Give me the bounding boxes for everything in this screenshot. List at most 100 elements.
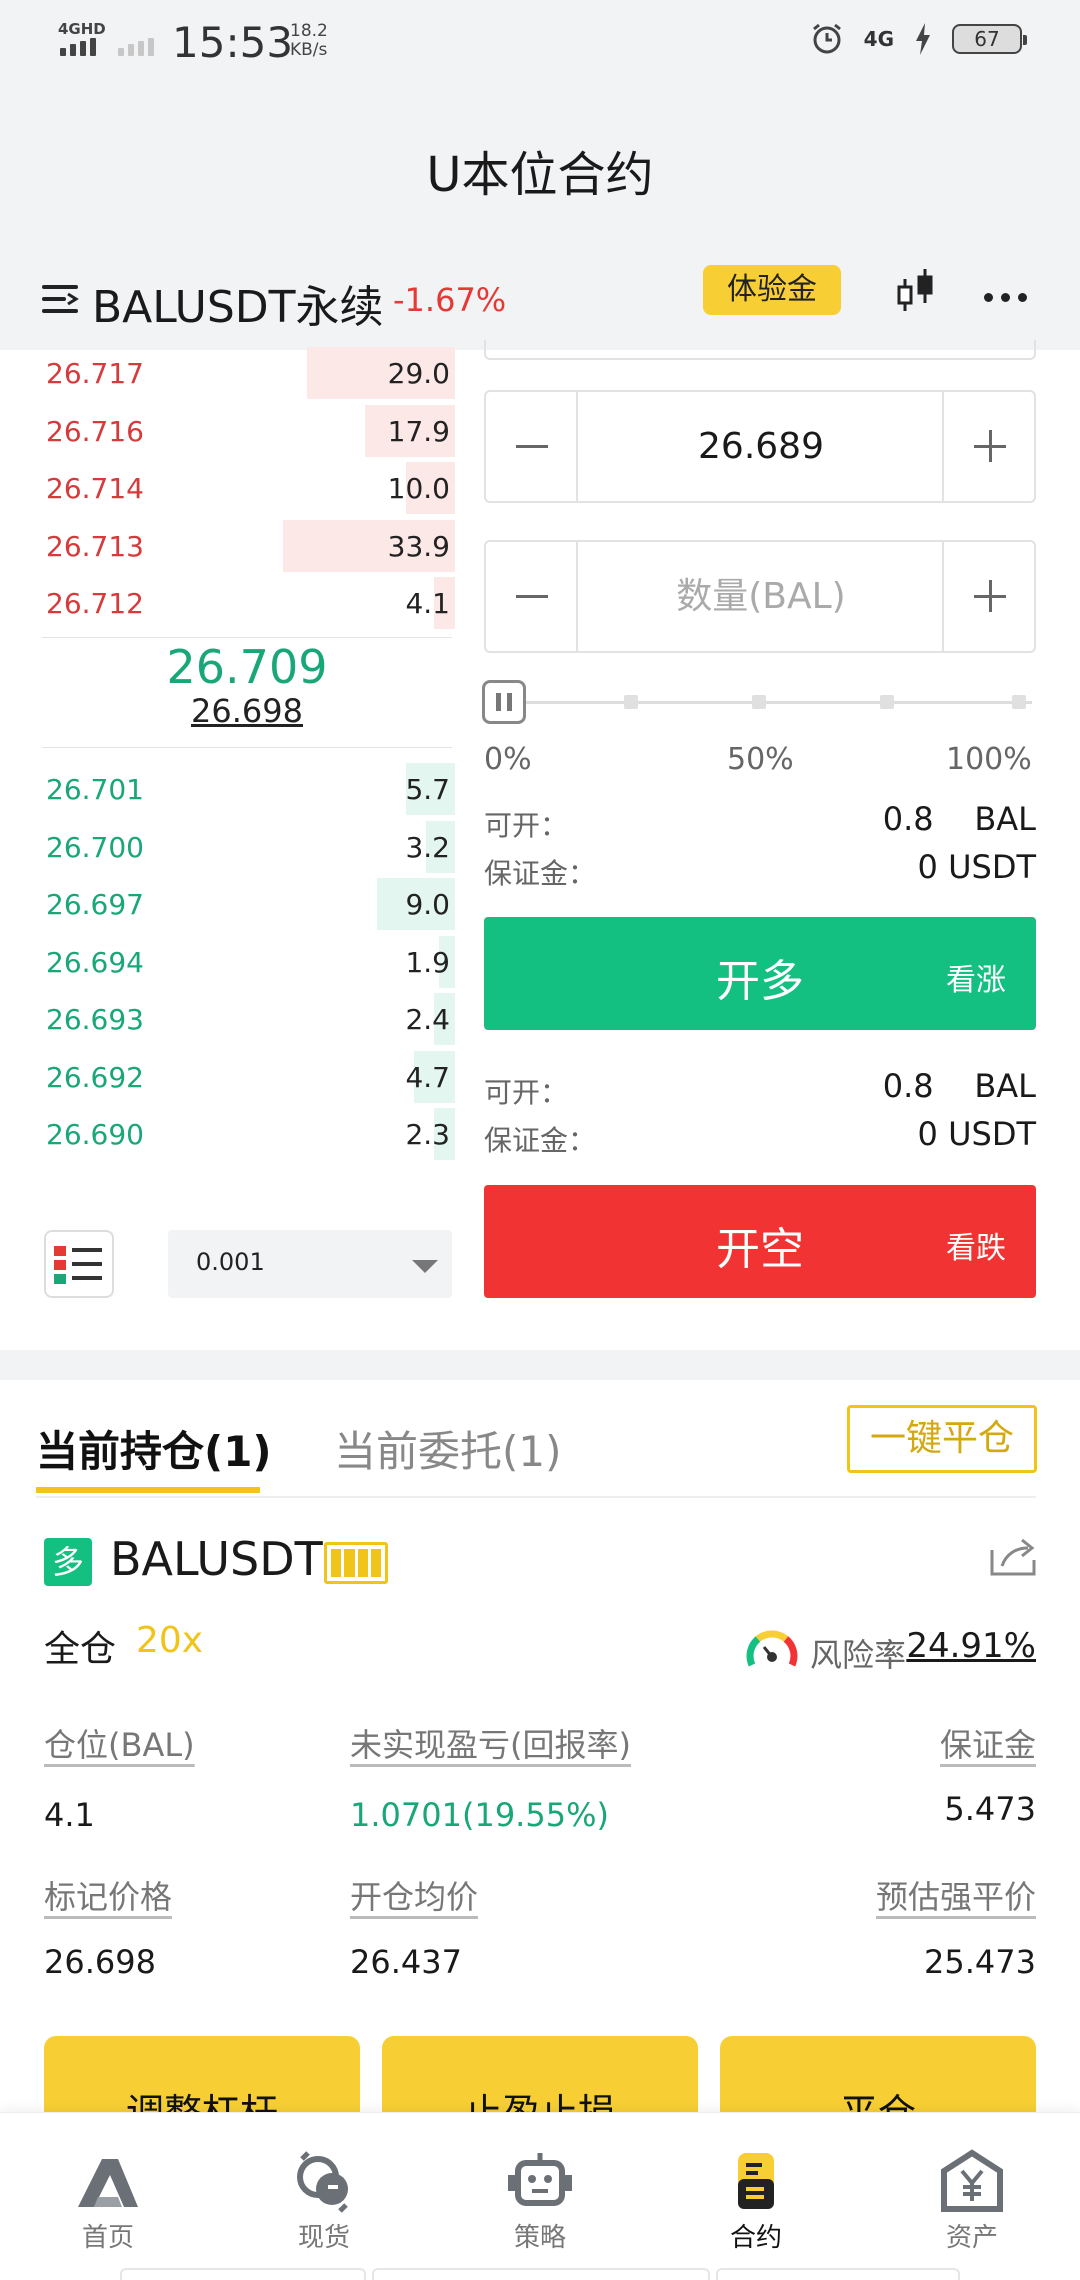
- nav-spot[interactable]: 现货: [216, 2113, 432, 2280]
- bid-qty: 1.9: [405, 945, 450, 979]
- alarm-icon: [812, 23, 841, 54]
- bid-price: 26.701: [46, 773, 144, 806]
- amount-minus-button[interactable]: [486, 542, 578, 651]
- ask-price: 26.712: [46, 587, 144, 620]
- signal-icon: [60, 38, 96, 56]
- bid-row[interactable]: 26.701 5.7: [0, 761, 455, 818]
- spot-exchange-icon: [297, 2151, 348, 2213]
- bid-row[interactable]: 26.694 1.9: [0, 934, 455, 991]
- amount-input[interactable]: 数量(BAL): [580, 542, 942, 651]
- symbol-name[interactable]: BALUSDT永续: [92, 271, 384, 335]
- trial-fund-button[interactable]: 体验金: [703, 265, 841, 315]
- header-area: 4GHD 15:53 18.2 KB/s 4G 67 U本位合约 BALUSDT…: [0, 0, 1080, 350]
- slider-knob[interactable]: [482, 680, 526, 724]
- amount-plus-button[interactable]: [942, 542, 1034, 651]
- mark-price-label[interactable]: 标记价格: [44, 1872, 172, 1918]
- signal-2-icon: [118, 38, 154, 56]
- nav-gesture-bar: [372, 2268, 710, 2280]
- slider-dot[interactable]: [1012, 695, 1026, 709]
- price-stepper: 26.689: [484, 390, 1036, 503]
- contract-icon: [738, 2153, 774, 2209]
- nav-contract[interactable]: 合约: [648, 2113, 864, 2280]
- slider-mark-50: 50%: [727, 742, 794, 777]
- tab-orders[interactable]: 当前委托(1): [334, 1418, 562, 1479]
- amount-slider[interactable]: [482, 678, 1042, 728]
- bid-price: 26.692: [46, 1060, 144, 1094]
- bid-row[interactable]: 26.700 3.2: [0, 819, 455, 876]
- price-input[interactable]: 26.689: [580, 392, 942, 501]
- side-badge: 多: [44, 1538, 92, 1586]
- open-long-button[interactable]: 开多 看涨: [484, 917, 1036, 1030]
- size-value: 4.1: [44, 1796, 95, 1834]
- last-price[interactable]: 26.709: [42, 640, 452, 694]
- bottom-nav: 首页 现货 策略 合约 资产: [0, 2112, 1080, 2280]
- symbol-bar: BALUSDT永续 -1.67% 体验金: [0, 255, 1080, 350]
- ask-row[interactable]: 26.716 17.9: [0, 403, 455, 460]
- bid-row[interactable]: 26.693 2.4: [0, 991, 455, 1048]
- ask-price: 26.716: [46, 414, 144, 448]
- slider-dot[interactable]: [880, 695, 894, 709]
- risk-gauge-icon: [746, 1630, 798, 1667]
- page-title: U本位合约: [426, 147, 654, 203]
- bid-row[interactable]: 26.690 2.3: [0, 1106, 455, 1163]
- book-layout-icon[interactable]: [44, 1230, 114, 1298]
- candlestick-chart-icon[interactable]: [895, 265, 939, 317]
- short-margin-label: 保证金：: [484, 1124, 597, 1157]
- margin-label[interactable]: 保证金: [940, 1720, 1036, 1766]
- nav-strategy[interactable]: 策略: [432, 2113, 648, 2280]
- pnl-label[interactable]: 未实现盈亏(回报率): [350, 1720, 631, 1766]
- nav-assets[interactable]: 资产: [864, 2113, 1080, 2280]
- assets-yen-icon: [941, 2149, 1003, 2212]
- nav-home[interactable]: 首页: [0, 2113, 216, 2280]
- open-short-button[interactable]: 开空 看跌: [484, 1185, 1036, 1298]
- bid-row[interactable]: 26.697 9.0: [0, 876, 455, 933]
- bid-row[interactable]: 26.692 4.7: [0, 1049, 455, 1106]
- position-symbol[interactable]: BALUSDT: [110, 1532, 323, 1586]
- tab-positions[interactable]: 当前持仓(1): [36, 1418, 272, 1479]
- precision-select[interactable]: 0.001: [168, 1230, 452, 1298]
- ask-row[interactable]: 26.713 33.9: [0, 518, 455, 575]
- leverage-value[interactable]: 20x: [136, 1620, 203, 1661]
- slider-dot[interactable]: [752, 695, 766, 709]
- status-bar: 4GHD 15:53 18.2 KB/s 4G 67: [0, 0, 1080, 80]
- pair-menu-icon[interactable]: [42, 283, 79, 315]
- liq-price-value: 25.473: [924, 1943, 1036, 1981]
- liq-price-label[interactable]: 预估强平价: [876, 1872, 1036, 1918]
- price-plus-button[interactable]: [942, 392, 1034, 501]
- divider: [42, 747, 452, 748]
- close-all-button[interactable]: 一键平仓: [847, 1405, 1037, 1473]
- risk-value[interactable]: 24.91%: [906, 1626, 1036, 1666]
- short-margin-value: 0 USDT: [917, 1115, 1036, 1153]
- long-margin-label: 保证金：: [484, 857, 597, 890]
- slider-dot[interactable]: [624, 695, 638, 709]
- margin-value: 5.473: [944, 1790, 1036, 1828]
- risk-label: 风险率: [810, 1636, 907, 1674]
- bid-qty: 2.4: [405, 1003, 450, 1036]
- ask-row[interactable]: 26.717 29.0: [0, 345, 455, 402]
- nav-gesture-bar: [716, 2268, 960, 2280]
- slider-track: [522, 701, 1032, 704]
- amount-stepper: 数量(BAL): [484, 540, 1036, 653]
- network-type: 4GHD: [58, 20, 106, 38]
- ask-qty: 4.1: [405, 587, 450, 620]
- ask-row[interactable]: 26.712 4.1: [0, 575, 455, 632]
- price-change: -1.67%: [393, 281, 507, 319]
- share-icon[interactable]: [988, 1536, 1038, 1578]
- bid-price: 26.690: [46, 1118, 144, 1151]
- more-icon[interactable]: [984, 293, 1027, 302]
- bid-price: 26.693: [46, 1003, 144, 1036]
- slider-mark-0: 0%: [484, 742, 532, 777]
- bid-price: 26.697: [46, 888, 144, 921]
- dropdown-arrow-icon: [412, 1260, 438, 1273]
- ask-qty: 10.0: [387, 472, 450, 505]
- entry-price-label[interactable]: 开仓均价: [350, 1872, 478, 1918]
- entry-price-value: 26.437: [350, 1943, 462, 1981]
- ask-price: 26.713: [46, 529, 144, 563]
- price-minus-button[interactable]: [486, 392, 578, 501]
- tab-indicator: [36, 1487, 260, 1493]
- battery-icon: 67: [952, 24, 1027, 54]
- charging-icon: [916, 23, 930, 55]
- home-logo-icon: [78, 2159, 138, 2207]
- ask-row[interactable]: 26.714 10.0: [0, 460, 455, 517]
- size-label[interactable]: 仓位(BAL): [44, 1720, 195, 1766]
